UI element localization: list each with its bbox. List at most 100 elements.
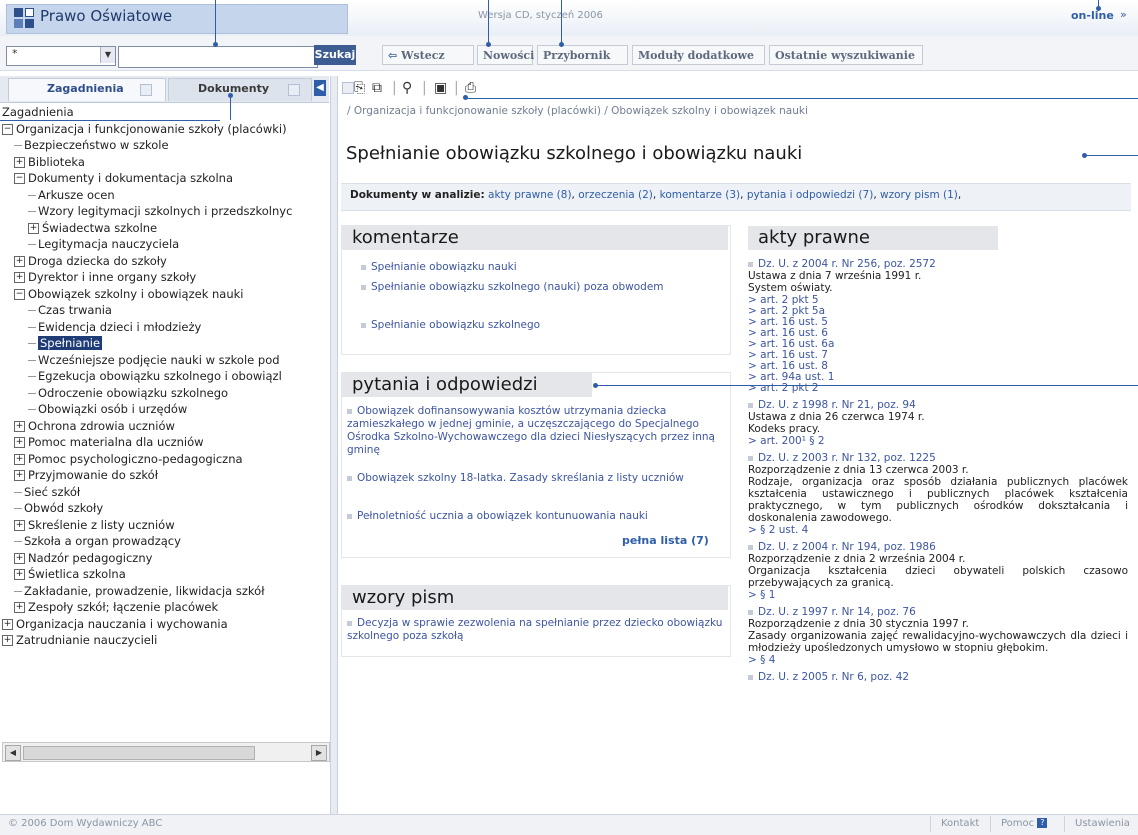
panel-divider[interactable]	[330, 76, 338, 814]
clipboard-icon[interactable]: ⧉	[372, 80, 382, 96]
tree-item[interactable]: + Biblioteka	[14, 154, 85, 170]
pytanie-link[interactable]: Obowiązek dofinansowywania kosztów utrzy…	[347, 405, 725, 457]
print-icon[interactable]: ⎙	[465, 80, 476, 96]
tree-item[interactable]: + Pomoc materialna dla uczniów	[14, 434, 204, 450]
news-button[interactable]: Nowości	[477, 45, 534, 65]
article-link[interactable]: > art. 200¹ § 2	[748, 435, 825, 447]
expand-icon[interactable]: +	[14, 453, 25, 465]
recent-searches-button[interactable]: Ostatnie wyszukiwanie	[769, 45, 923, 65]
help-link[interactable]: Pomoc ?	[990, 816, 1071, 832]
tree-item[interactable]: Szkoła a organ prowadzący	[14, 533, 181, 549]
chevron-down-icon[interactable]: ▼	[100, 47, 115, 63]
callout-dot	[593, 383, 598, 388]
back-button[interactable]: ⇦ Wstecz	[382, 45, 474, 65]
tree-horizontal-scrollbar[interactable]: ◀ ▶	[2, 742, 330, 762]
tree-item[interactable]: − Organizacja i funkcjonowanie szkoły (pl…	[2, 121, 287, 137]
tree-item[interactable]: + Ochrona zdrowia uczniów	[14, 418, 175, 434]
tree-item[interactable]: Zagadnienia	[2, 104, 74, 120]
copy-icon[interactable]: ⎘	[354, 80, 365, 96]
tree-item[interactable]: Wcześniejsze podjęcie nauki w szkole pod	[28, 352, 280, 368]
tree-item[interactable]: Obwód szkoły	[14, 500, 103, 516]
scroll-left-icon[interactable]: ◀	[5, 745, 21, 761]
bullet-icon	[748, 544, 753, 550]
full-list-link[interactable]: pełna lista (7)	[622, 534, 709, 547]
akt-description: Kodeks pracy.	[748, 423, 821, 435]
tree-item[interactable]: Zakładanie, prowadzenie, likwidacja szkó…	[14, 583, 264, 599]
wzor-link[interactable]: Decyzja w sprawie zezwolenia na spełnian…	[347, 617, 725, 643]
scroll-thumb[interactable]	[23, 746, 255, 760]
expand-icon[interactable]: +	[2, 618, 13, 630]
expand-icon[interactable]: +	[14, 437, 25, 448]
analysis-link-komentarze[interactable]: komentarze (3)	[660, 189, 741, 201]
tree-item[interactable]: + Zespoły szkół; łączenie placówek	[14, 599, 218, 615]
additional-modules-button[interactable]: Moduły dodatkowe	[632, 45, 765, 65]
settings-link[interactable]: Ustawienia	[1064, 816, 1138, 832]
search-input[interactable]	[118, 46, 318, 68]
callout-line	[561, 0, 562, 42]
komentarz-link[interactable]: Spełnianie obowiązku nauki	[361, 261, 711, 274]
expand-icon[interactable]: +	[14, 255, 25, 267]
komentarz-link[interactable]: Spełnianie obowiązku szkolnego	[361, 319, 711, 332]
search-button[interactable]: Szukaj	[314, 45, 356, 65]
tree-item[interactable]: Czas trwania	[28, 302, 112, 318]
tree-item[interactable]: Legitymacja nauczyciela	[28, 236, 179, 252]
tree-item[interactable]: + Skreślenie z listy uczniów	[14, 517, 175, 533]
tree-item[interactable]: − Dokumenty i dokumentacja szkolna	[14, 170, 233, 186]
analysis-link-wzory[interactable]: wzory pism (1)	[880, 189, 958, 201]
tree-item[interactable]: + Pomoc psychologiczno-pedagogiczna	[14, 451, 243, 467]
analysis-link-akty[interactable]: akty prawne (8)	[488, 189, 572, 201]
expand-icon[interactable]: +	[14, 272, 25, 283]
collapse-icon[interactable]: −	[2, 123, 13, 135]
expand-icon[interactable]: +	[2, 635, 13, 646]
tree-item[interactable]: + Dyrektor i inne organy szkoły	[14, 269, 196, 285]
collapse-panel-icon[interactable]: ◀	[314, 80, 326, 96]
article-link[interactable]: > art. 2 pkt 2	[748, 382, 819, 394]
search-text-icon[interactable]: ⚲	[402, 80, 412, 96]
analysis-link-pytania[interactable]: pytania i odpowiedzi (7)	[747, 189, 873, 201]
online-link[interactable]: on-line	[1071, 9, 1114, 22]
tree-item[interactable]: + Przyjmowanie do szkół	[14, 467, 158, 483]
tree-item[interactable]: Ewidencja dzieci i młodzieży	[28, 319, 201, 335]
expand-icon[interactable]: +	[14, 602, 25, 613]
article-link[interactable]: > § 1	[748, 589, 775, 601]
tree-item[interactable]: + Zatrudnianie nauczycieli	[2, 632, 157, 648]
tree-item[interactable]: + Nadzór pedagogiczny	[14, 550, 152, 566]
akt-reference-link[interactable]: Dz. U. z 2005 r. Nr 6, poz. 42	[748, 671, 1128, 684]
komentarz-link[interactable]: Spełnianie obowiązku szkolnego (nauki) p…	[361, 281, 711, 294]
expand-icon[interactable]: +	[14, 569, 25, 580]
tree-item[interactable]: Sieć szkół	[14, 484, 80, 500]
tree-item[interactable]: Arkusze ocen	[28, 187, 115, 203]
tree-connector	[28, 244, 36, 245]
contact-link[interactable]: Kontakt	[930, 816, 999, 832]
tree-item[interactable]: Egzekucja obowiązku szkolnego i obowiązl	[28, 368, 282, 384]
save-icon[interactable]: ▣	[434, 80, 447, 96]
scroll-right-icon[interactable]: ▶	[311, 745, 327, 761]
expand-icon[interactable]: +	[14, 519, 25, 531]
tree-item-label: Zakładanie, prowadzenie, likwidacja szkó…	[24, 583, 265, 598]
expand-icon[interactable]: +	[14, 552, 25, 564]
tree-item[interactable]: Spełnianie	[28, 335, 103, 351]
article-link[interactable]: > § 2 ust. 4	[748, 524, 808, 536]
collapse-icon[interactable]: −	[14, 288, 25, 300]
tree-item[interactable]: + Droga dziecka do szkoły	[14, 253, 167, 269]
pytanie-link[interactable]: Pełnoletniość ucznia a obowiązek kontunu…	[347, 510, 725, 523]
expand-icon[interactable]: +	[28, 222, 39, 234]
analysis-link-orzeczenia[interactable]: orzeczenia (2)	[578, 189, 653, 201]
expand-icon[interactable]: +	[14, 420, 25, 432]
toolbox-button[interactable]: Przybornik	[537, 45, 628, 65]
tree-item[interactable]: Bezpieczeństwo w szkole	[14, 137, 169, 153]
tree-item[interactable]: + Świetlica szkolna	[14, 566, 126, 582]
tree-item[interactable]: + Świadectwa szkolne	[28, 220, 157, 236]
callout-dot	[463, 95, 468, 100]
collapse-icon[interactable]: −	[14, 173, 25, 184]
pytanie-link[interactable]: Obowiązek szkolny 18-latka. Zasady skreś…	[347, 472, 725, 485]
tree-item[interactable]: Obowiązki osób i urzędów	[28, 401, 187, 417]
expand-icon[interactable]: +	[14, 156, 25, 168]
tree-item[interactable]: − Obowiązek szkolny i obowiązek nauki	[14, 286, 244, 302]
tree-item[interactable]: + Organizacja nauczania i wychowania	[2, 616, 228, 632]
expand-icon[interactable]: +	[14, 470, 25, 481]
article-link[interactable]: > § 4	[748, 654, 775, 666]
online-arrow-icon[interactable]: »	[1120, 8, 1127, 21]
tree-item[interactable]: Wzory legitymacji szkolnych i przedszkol…	[28, 203, 292, 219]
tree-item[interactable]: Odroczenie obowiązku szkolnego	[28, 385, 228, 401]
